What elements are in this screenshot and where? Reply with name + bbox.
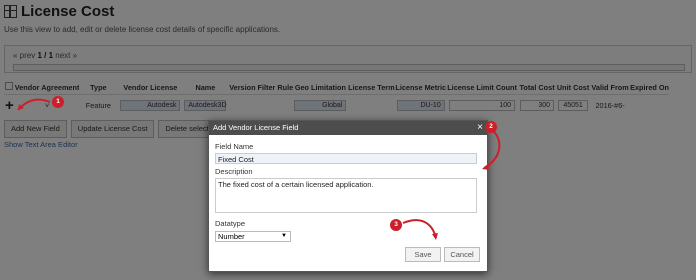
callout-badge-2: 2: [485, 121, 497, 133]
callout-arrows: [17, 98, 501, 240]
callout-arrow-3: [402, 219, 437, 239]
callout-arrowhead-2: [482, 164, 489, 170]
callout-arrow-1: [17, 98, 51, 111]
callout-badge-3: 3: [390, 219, 402, 231]
callout-arrow-2: [483, 127, 501, 169]
callout-badge-1: 1: [52, 96, 64, 108]
callout-arrowhead-3: [432, 233, 438, 240]
